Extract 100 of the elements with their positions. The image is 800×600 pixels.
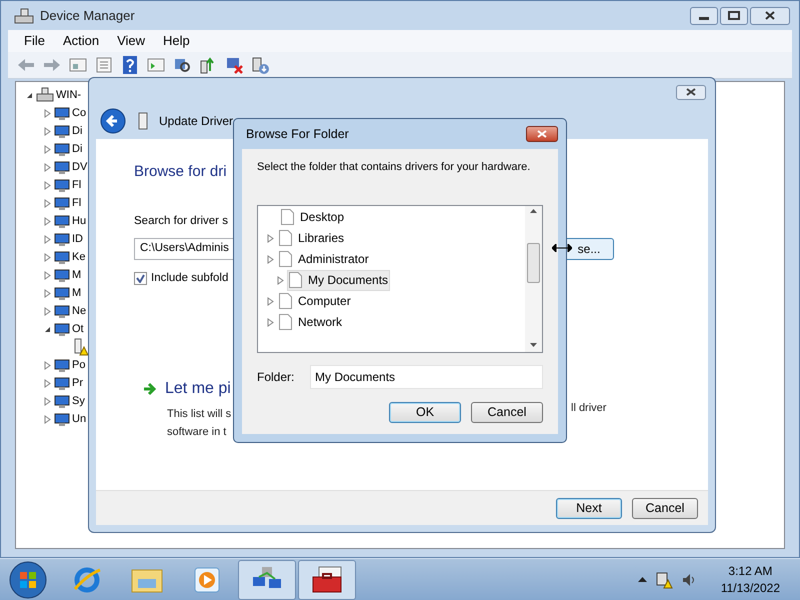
tree-item[interactable]: Di	[72, 122, 82, 140]
device-icon	[54, 177, 70, 193]
warning-device-icon	[72, 338, 88, 356]
dialog-button[interactable]: OK	[389, 402, 461, 422]
collapse-icon[interactable]	[44, 326, 51, 332]
tree-item[interactable]: Fl	[72, 194, 82, 212]
tree-item[interactable]: Co	[72, 104, 86, 122]
taskbar-button[interactable]	[298, 560, 356, 600]
close-button[interactable]	[750, 6, 790, 24]
tree-item[interactable]: Po	[72, 356, 86, 374]
tree-item[interactable]: Hu	[72, 212, 86, 230]
folder-item[interactable]: Network	[277, 312, 344, 332]
browser-icon	[72, 564, 102, 594]
checkbox[interactable]	[134, 272, 147, 285]
tree-item[interactable]: Di	[72, 140, 82, 158]
volume-icon[interactable]	[680, 572, 697, 588]
tree-item[interactable]: M	[72, 284, 82, 302]
option-description: software in t	[167, 425, 226, 440]
dialog-button[interactable]: Cancel	[632, 498, 698, 518]
tree-item[interactable]: Ne	[72, 302, 86, 320]
device-icon	[54, 285, 70, 301]
back-button[interactable]	[100, 108, 126, 134]
menu-item[interactable]: Action	[54, 31, 108, 51]
close-icon	[765, 11, 775, 20]
window-title: Device Manager	[40, 6, 135, 25]
folder-icon	[289, 272, 302, 288]
folder-icon	[279, 293, 292, 309]
properties-icon[interactable]	[94, 55, 114, 75]
folder-item[interactable]: Libraries	[277, 228, 346, 248]
dialog-title: Update Driver	[159, 113, 234, 130]
menu-item[interactable]: File	[16, 31, 53, 51]
device-icon	[54, 159, 70, 175]
device-icon	[54, 321, 70, 337]
collapse-icon[interactable]	[26, 92, 33, 98]
tree-item[interactable]: Sy	[72, 392, 85, 410]
device-icon	[54, 357, 70, 373]
device-icon	[54, 303, 70, 319]
computer-icon	[14, 6, 34, 24]
instruction-text: Select the folder that contains drivers for your hardware.	[257, 160, 532, 175]
clock-date[interactable]: 11/13/2022	[720, 580, 780, 596]
expand-icon[interactable]	[267, 296, 274, 306]
option-description: This list will s	[167, 408, 232, 420]
expand-icon[interactable]	[267, 254, 274, 264]
expand-icon[interactable]	[277, 276, 284, 284]
expand-icon[interactable]	[267, 318, 274, 326]
device-icon	[54, 411, 70, 427]
taskbar-button[interactable]	[238, 560, 296, 600]
tree-item[interactable]: ID	[72, 230, 83, 248]
tray-arrow-icon[interactable]	[638, 577, 647, 582]
arrow-icon	[143, 382, 157, 396]
dialog-button[interactable]: Next	[556, 498, 622, 518]
clock-time[interactable]: 3:12 AM	[728, 562, 772, 580]
tree-item[interactable]: M	[72, 266, 82, 284]
expand-icon[interactable]	[267, 234, 274, 242]
scrollbar[interactable]	[525, 206, 542, 352]
help-icon[interactable]	[120, 55, 140, 75]
dialog-button[interactable]: Cancel	[471, 402, 543, 422]
computer-icon	[36, 87, 54, 103]
tree-item[interactable]: Fl	[72, 176, 82, 194]
start-button[interactable]	[8, 560, 48, 600]
tree-item[interactable]: Ke	[72, 248, 86, 266]
folder-icon	[279, 230, 292, 246]
option-title[interactable]: Let me pi	[165, 377, 231, 401]
close-button[interactable]	[526, 126, 558, 142]
scroll-thumb[interactable]	[527, 242, 540, 282]
folder-item[interactable]: Desktop	[279, 206, 346, 228]
device-icon	[54, 393, 70, 409]
device-icon	[54, 213, 70, 229]
toolbox-icon	[310, 564, 344, 594]
device-icon	[54, 105, 70, 121]
device-icon	[54, 375, 70, 391]
tree-item[interactable]: WIN-	[56, 86, 82, 104]
close-icon	[686, 88, 696, 96]
scroll-down-icon[interactable]	[530, 342, 537, 346]
folder-item[interactable]: Computer	[277, 290, 353, 312]
disable-device-icon[interactable]	[250, 55, 270, 75]
browse-button[interactable]: se...	[564, 238, 614, 260]
menu-item[interactable]: View	[109, 31, 154, 51]
close-button[interactable]	[676, 84, 706, 100]
scroll-up-icon[interactable]	[530, 208, 537, 212]
menu-item[interactable]: Help	[155, 31, 198, 51]
device-icon	[54, 123, 70, 139]
folder-label: Folder:	[257, 368, 296, 386]
uninstall-icon[interactable]	[224, 55, 244, 75]
restore-icon	[728, 11, 740, 20]
option-description: ll driver	[571, 401, 606, 416]
folder-field[interactable]: My Documents	[310, 364, 543, 388]
maximize-button[interactable]	[720, 6, 748, 24]
tree-item[interactable]: DV	[72, 158, 88, 176]
folder-item[interactable]: My Documents	[287, 270, 390, 290]
tree-item[interactable]: Un	[72, 410, 86, 428]
network-warning-icon[interactable]	[654, 570, 673, 588]
folder-item[interactable]: Administrator	[277, 248, 371, 270]
tree-item[interactable]: Ot	[72, 320, 84, 338]
checkbox-label: Include subfold	[151, 270, 228, 286]
minimize-button[interactable]	[690, 6, 718, 24]
dialog-title: Browse For Folder	[246, 126, 349, 143]
minimize-icon	[699, 16, 709, 20]
tree-item[interactable]: Pr	[72, 374, 83, 392]
check-icon	[136, 274, 145, 283]
